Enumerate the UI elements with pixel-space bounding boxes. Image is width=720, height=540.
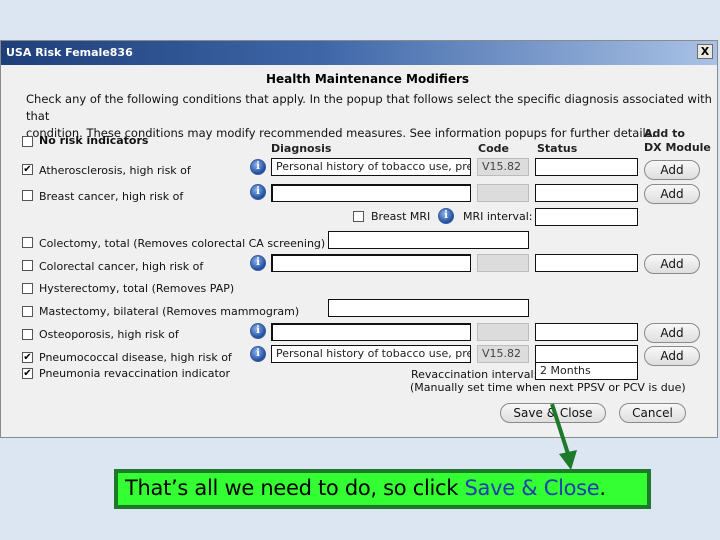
instruction-text: That’s all we need to do, so click [125,476,465,500]
instruction-end: . [599,476,606,500]
column-status: Status [537,142,578,155]
colorectal-diagnosis-field[interactable] [271,254,471,272]
breast-cancer-checkbox[interactable] [22,190,33,201]
info-icon[interactable]: i [250,346,266,362]
dialog-heading: Health Maintenance Modifiers [266,72,470,86]
column-diagnosis: Diagnosis [271,142,332,155]
instruction-banner: That’s all we need to do, so click Save … [114,469,651,509]
osteoporosis-add-button[interactable]: Add [644,323,700,343]
info-icon[interactable]: i [250,323,266,339]
instruction-highlight: Save & Close [464,476,600,500]
osteoporosis-checkbox[interactable] [22,329,33,340]
breast-mri-checkbox[interactable] [353,211,364,222]
colorectal-label: Colorectal cancer, high risk of [39,260,204,273]
title-bar[interactable]: USA Risk Female836 X [1,41,717,65]
breast-cancer-diagnosis-field[interactable] [271,184,471,202]
column-code: Code [478,142,509,155]
breast-cancer-label: Breast cancer, high risk of [39,190,184,203]
pneumococcal-diagnosis-field[interactable]: Personal history of tobacco use, pres [271,345,471,363]
osteoporosis-code-field [477,323,529,341]
breast-cancer-code-field [477,184,529,202]
cancel-button[interactable]: Cancel [619,403,686,423]
info-icon[interactable]: i [250,255,266,271]
pneumococcal-add-button[interactable]: Add [644,346,700,366]
pneumococcal-label: Pneumococcal disease, high risk of [39,351,232,364]
colectomy-field[interactable] [328,231,529,249]
mri-interval-field[interactable] [535,208,638,226]
close-button[interactable]: X [697,44,713,59]
pneumonia-revaccination-label: Pneumonia revaccination indicator [39,367,231,380]
hysterectomy-checkbox[interactable] [22,283,33,294]
colorectal-add-button[interactable]: Add [644,254,700,274]
colorectal-code-field [477,254,529,272]
health-maintenance-dialog: USA Risk Female836 X Health Maintenance … [0,40,718,438]
mri-interval-label: MRI interval: [463,210,533,223]
atherosclerosis-add-button[interactable]: Add [644,160,700,180]
mastectomy-checkbox[interactable] [22,306,33,317]
column-add-to-line2: DX Module [644,141,711,154]
no-risk-label: No risk indicators [39,134,149,147]
pointer-arrow [550,403,577,470]
pneumococcal-checkbox[interactable]: ✔ [22,352,33,363]
atherosclerosis-checkbox[interactable]: ✔ [22,164,33,175]
arrow-head [559,450,577,470]
atherosclerosis-diagnosis-field[interactable]: Personal history of tobacco use, pres [271,158,471,176]
breast-cancer-status-field[interactable] [535,184,638,202]
breast-mri-label: Breast MRI [371,210,431,223]
osteoporosis-status-field[interactable] [535,323,638,341]
atherosclerosis-status-field[interactable] [535,158,638,176]
breast-cancer-add-button[interactable]: Add [644,184,700,204]
osteoporosis-label: Osteoporosis, high risk of [39,328,179,341]
revaccination-interval-label: Revaccination interval: [411,368,538,381]
revaccination-note: (Manually set time when next PPSV or PCV… [410,381,686,394]
hysterectomy-label: Hysterectomy, total (Removes PAP) [39,282,235,295]
column-add-to-dx: Add to DX Module [644,127,711,155]
colectomy-checkbox[interactable] [22,237,33,248]
mastectomy-field[interactable] [328,299,529,317]
revaccination-interval-field[interactable]: 2 Months [535,362,638,380]
intro-line-1: Check any of the following conditions th… [26,92,712,123]
mastectomy-label: Mastectomy, bilateral (Removes mammogram… [39,305,300,318]
info-icon[interactable]: i [438,208,454,224]
pneumonia-revaccination-checkbox[interactable]: ✔ [22,368,33,379]
window-title: USA Risk Female836 [6,46,133,59]
info-icon[interactable]: i [250,159,266,175]
no-risk-checkbox[interactable] [22,136,33,147]
colorectal-status-field[interactable] [535,254,638,272]
info-icon[interactable]: i [250,184,266,200]
arrow-shaft [550,403,572,461]
pneumococcal-code-field: V15.82 [477,345,529,363]
colectomy-label: Colectomy, total (Removes colorectal CA … [39,237,326,250]
atherosclerosis-code-field: V15.82 [477,158,529,176]
column-add-to-line1: Add to [644,127,685,140]
colorectal-checkbox[interactable] [22,260,33,271]
pneumococcal-status-field[interactable] [535,345,638,363]
atherosclerosis-label: Atherosclerosis, high risk of [39,164,191,177]
osteoporosis-diagnosis-field[interactable] [271,323,471,341]
